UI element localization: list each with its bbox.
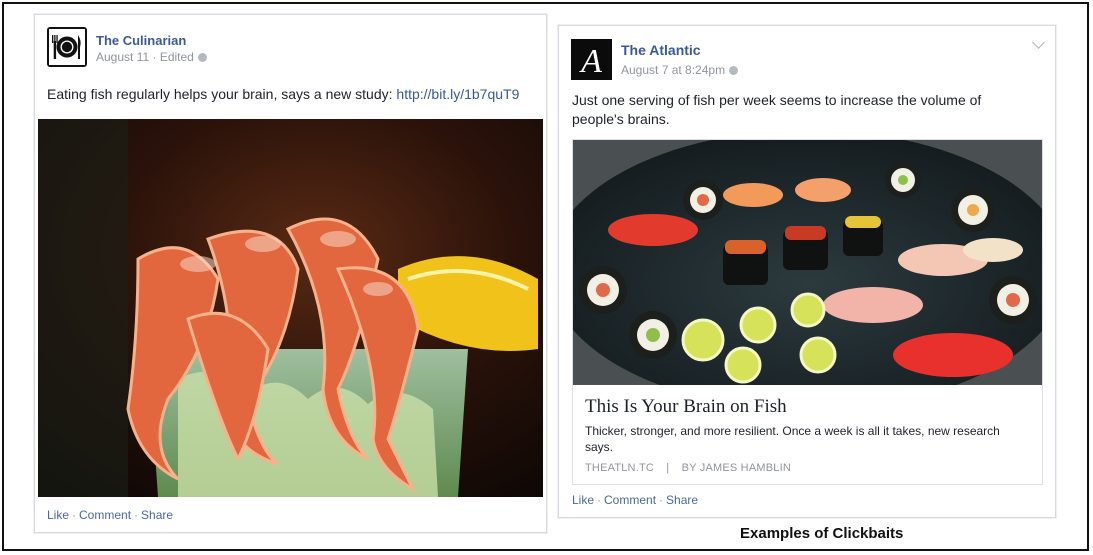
link-description: Thicker, stronger, and more resilient. O…	[585, 424, 1000, 454]
avatar-letter: A	[579, 43, 602, 80]
post-actions: Like · Comment · Share	[572, 493, 699, 507]
status-link[interactable]: http://bit.ly/1b7quT9	[396, 86, 519, 102]
plate-fork-knife-icon	[49, 29, 85, 65]
like-button[interactable]: Like	[572, 493, 594, 507]
post-culinarian: The Culinarian August 11 · Edited Eating…	[34, 14, 547, 533]
link-title[interactable]: This Is Your Brain on Fish	[585, 396, 787, 418]
post-actions: Like · Comment · Share	[47, 508, 174, 522]
post-date[interactable]: August 11	[96, 50, 149, 64]
post-atlantic: A The Atlantic August 7 at 8:24pm Just o…	[558, 25, 1056, 518]
chevron-down-icon[interactable]	[1032, 36, 1045, 49]
post-timestamp: August 7 at 8:24pm	[621, 63, 739, 77]
atlantic-logo-icon: A	[571, 39, 612, 80]
link-photo-sushi[interactable]	[573, 140, 1042, 385]
link-source: THEATLN.TC | BY JAMES HAMBLIN	[585, 462, 791, 474]
page-name[interactable]: The Culinarian	[96, 33, 186, 48]
globe-icon	[729, 66, 739, 75]
page-avatar[interactable]: A	[571, 39, 612, 80]
comment-button[interactable]: Comment	[604, 493, 656, 507]
link-byline: BY JAMES HAMBLIN	[681, 462, 791, 474]
post-timestamp: August 11 · Edited	[96, 50, 207, 64]
source-separator: |	[666, 462, 670, 474]
globe-icon	[197, 53, 207, 62]
edited-label[interactable]: Edited	[160, 50, 194, 64]
page-name[interactable]: The Atlantic	[621, 42, 701, 58]
post-photo-shrimp-cocktail[interactable]	[38, 119, 543, 497]
share-button[interactable]: Share	[666, 493, 698, 507]
share-button[interactable]: Share	[141, 508, 173, 522]
status-text: Eating fish regularly helps your brain, …	[47, 86, 397, 102]
comment-button[interactable]: Comment	[79, 508, 131, 522]
post-status-text: Just one serving of fish per week seems …	[572, 92, 982, 127]
figure-caption: Examples of Clickbaits	[740, 525, 904, 542]
page-avatar[interactable]	[47, 27, 87, 67]
like-button[interactable]: Like	[47, 508, 69, 522]
post-status-text: Eating fish regularly helps your brain, …	[47, 85, 537, 104]
link-domain: THEATLN.TC	[585, 462, 655, 474]
post-date[interactable]: August 7 at 8:24pm	[621, 63, 725, 77]
link-preview-card[interactable]: This Is Your Brain on Fish Thicker, stro…	[572, 139, 1043, 485]
